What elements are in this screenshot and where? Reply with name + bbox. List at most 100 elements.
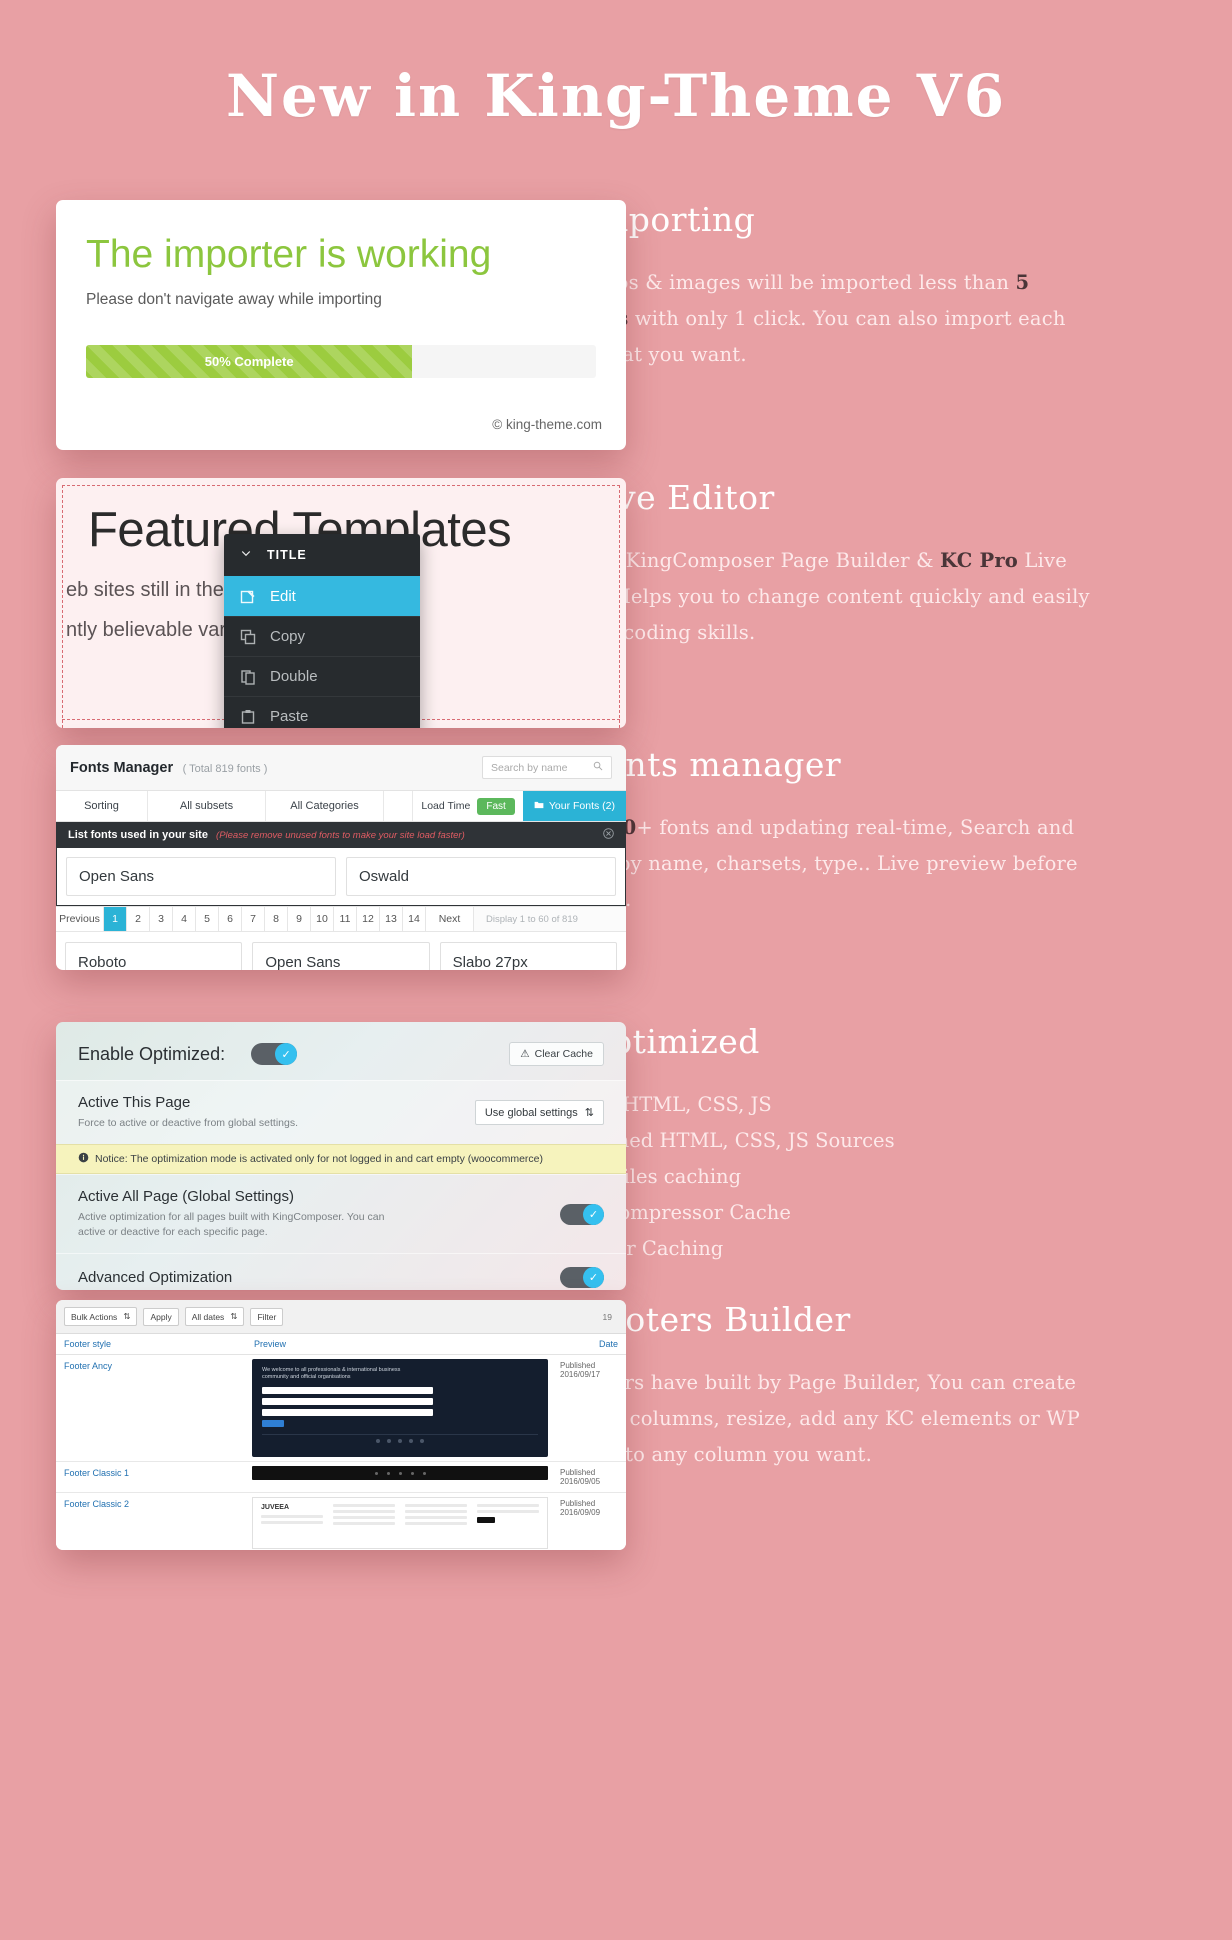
pagination-page-14[interactable]: 14	[403, 907, 426, 931]
s2-text-bold: KC Pro	[940, 549, 1019, 572]
footers-count: 19	[602, 1311, 612, 1322]
clear-cache-button[interactable]: ⚠ Clear Cache	[509, 1042, 604, 1066]
used-fonts-note: List fonts used in your site (Please rem…	[56, 822, 626, 848]
preview-line	[333, 1516, 395, 1519]
edit-icon	[240, 589, 256, 605]
row-3-title: Advanced Optimization	[78, 1269, 233, 1286]
check-icon: ✓	[275, 1043, 298, 1065]
footer-name[interactable]: Footer Ancy	[56, 1355, 246, 1461]
context-menu-item-edit[interactable]: Edit	[224, 576, 420, 616]
pagination: Previous 1 2 3 4 5 6 7 8 9 10 11 12 13 1…	[56, 906, 626, 932]
section-importing: The importer is working Please don't nav…	[0, 200, 1232, 450]
preview-line	[333, 1510, 395, 1513]
preview-line	[261, 1521, 323, 1524]
pagination-page-1[interactable]: 1	[104, 907, 127, 931]
folder-icon	[534, 800, 544, 813]
section-3-title: 3. Fonts manager	[540, 745, 842, 784]
publish-date: 2016/09/09	[560, 1508, 601, 1517]
column-header-date[interactable]: Date	[546, 1339, 618, 1349]
tab-all-categories[interactable]: All Categories	[266, 791, 384, 821]
font-card[interactable]: Roboto	[65, 942, 243, 970]
pagination-page-11[interactable]: 11	[334, 907, 357, 931]
active-all-pages-toggle[interactable]: ✓	[560, 1203, 604, 1225]
used-fonts-warning: (Please remove unused fonts to make your…	[216, 830, 465, 841]
context-menu[interactable]: TITLE Edit Copy Double Paste	[224, 534, 420, 728]
preview-line	[405, 1504, 467, 1507]
paste-icon	[240, 709, 256, 725]
pagination-page-4[interactable]: 4	[173, 907, 196, 931]
fonts-manager-tabs: Sorting All subsets All Categories Load …	[56, 791, 626, 822]
close-icon[interactable]	[603, 828, 614, 842]
footer-preview	[246, 1462, 554, 1492]
pagination-next[interactable]: Next	[426, 907, 474, 931]
font-card[interactable]: Slabo 27px	[439, 942, 617, 970]
context-menu-label: Edit	[270, 588, 296, 605]
context-menu-header[interactable]: TITLE	[224, 534, 420, 576]
footer-name[interactable]: Footer Classic 1	[56, 1462, 246, 1492]
preview-button	[477, 1517, 495, 1523]
global-settings-select[interactable]: Use global settings ⇅	[474, 1100, 604, 1125]
section-5-body: All footers have built by Page Builder, …	[540, 1371, 1080, 1466]
social-icon	[398, 1471, 402, 1475]
context-menu-item-double[interactable]: Double	[224, 656, 420, 696]
list-item: - Combined HTML, CSS, JS Sources	[540, 1129, 895, 1152]
pagination-page-10[interactable]: 10	[311, 907, 334, 931]
screenshot-column-5: Bulk Actions ⇅ Apply All dates ⇅ Filter …	[0, 1300, 626, 1550]
fonts-total-count: ( Total 819 fonts )	[182, 762, 268, 775]
copy-icon	[240, 629, 256, 645]
pagination-page-5[interactable]: 5	[196, 907, 219, 931]
pagination-page-13[interactable]: 13	[380, 907, 403, 931]
importer-subtext: Please don't navigate away while importi…	[86, 290, 382, 308]
context-menu-item-copy[interactable]: Copy	[224, 616, 420, 656]
double-icon	[240, 669, 256, 685]
row-1-desc: Force to active or deactive from global …	[78, 1117, 299, 1129]
used-note-text-wrap: List fonts used in your site (Please rem…	[68, 829, 465, 841]
your-fonts-button[interactable]: Your Fonts (2)	[522, 791, 626, 821]
row-1-title: Active This Page	[78, 1094, 191, 1111]
preview-line	[405, 1510, 467, 1513]
pagination-page-2[interactable]: 2	[127, 907, 150, 931]
pagination-page-3[interactable]: 3	[150, 907, 173, 931]
tab-sorting[interactable]: Sorting	[56, 791, 148, 821]
footer-name[interactable]: Footer Classic 2	[56, 1493, 246, 1550]
preview-social-row	[262, 1434, 538, 1443]
tab-all-subsets[interactable]: All subsets	[148, 791, 266, 821]
preview-column	[477, 1504, 539, 1542]
search-input[interactable]: Search by name	[482, 756, 612, 779]
optimized-row-active-all-pages: Active All Page (Global Settings) Active…	[56, 1174, 626, 1253]
info-icon	[78, 1152, 89, 1166]
table-row[interactable]: Footer Classic 1 Published 2016/09/05	[56, 1462, 626, 1493]
pagination-page-9[interactable]: 9	[288, 907, 311, 931]
pagination-page-7[interactable]: 7	[242, 907, 265, 931]
all-dates-select[interactable]: All dates ⇅	[184, 1307, 245, 1326]
enable-optimized-toggle[interactable]: ✓	[251, 1043, 298, 1065]
enable-optimized-group: Enable Optimized: ✓	[78, 1043, 298, 1065]
preview-field	[262, 1409, 434, 1416]
filter-button[interactable]: Filter	[250, 1307, 284, 1326]
section-5-title: 5. Footers Builder	[540, 1300, 851, 1339]
column-header-style[interactable]: Footer style	[64, 1339, 254, 1349]
footers-toolbar: Bulk Actions ⇅ Apply All dates ⇅ Filter …	[56, 1300, 626, 1334]
table-row[interactable]: Footer Ancy We welcome to all profession…	[56, 1355, 626, 1462]
social-icon	[422, 1471, 426, 1475]
apply-button[interactable]: Apply	[143, 1307, 179, 1326]
pagination-page-8[interactable]: 8	[265, 907, 288, 931]
table-row[interactable]: Footer Classic 2 JUVEEA Published 2016/0…	[56, 1493, 626, 1550]
used-font-item[interactable]: Open Sans	[66, 857, 336, 896]
pagination-previous[interactable]: Previous	[56, 907, 104, 931]
bulk-actions-select[interactable]: Bulk Actions ⇅	[64, 1307, 138, 1326]
used-font-item[interactable]: Oswald	[346, 857, 616, 896]
context-menu-item-paste[interactable]: Paste	[224, 696, 420, 728]
progress-bar-track: 50% Complete	[86, 344, 596, 378]
font-card[interactable]: Open Sans	[252, 942, 430, 970]
pagination-page-6[interactable]: 6	[219, 907, 242, 931]
publish-date: 2016/09/05	[560, 1477, 601, 1486]
social-icon	[410, 1471, 414, 1475]
dark-footer-preview: We welcome to all professionals & intern…	[252, 1359, 548, 1457]
preview-field	[262, 1398, 434, 1405]
pagination-page-12[interactable]: 12	[357, 907, 380, 931]
preview-line	[477, 1510, 539, 1513]
preview-line	[261, 1515, 323, 1518]
column-header-preview: Preview	[254, 1339, 287, 1349]
advanced-optimization-toggle[interactable]: ✓	[560, 1267, 604, 1288]
